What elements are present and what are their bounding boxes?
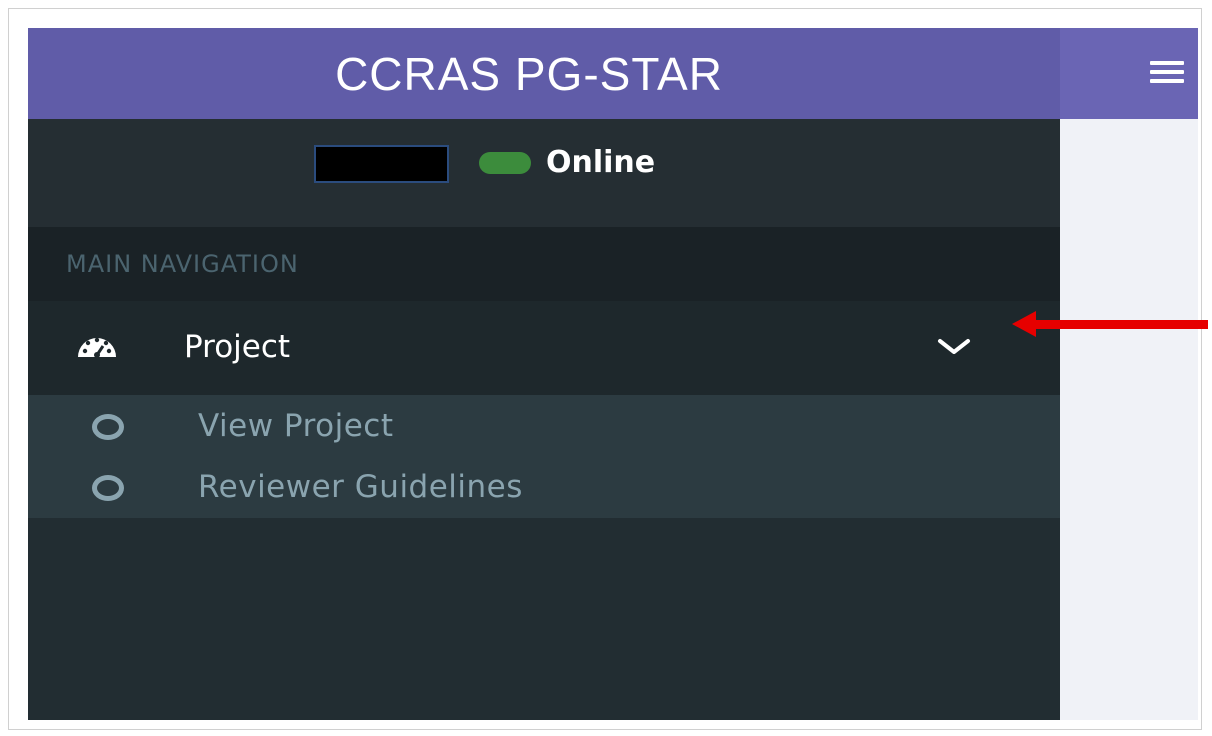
project-submenu: View Project Reviewer Guidelines — [28, 395, 1060, 518]
hamburger-icon-bar — [1150, 79, 1184, 83]
submenu-item-reviewer-guidelines[interactable]: Reviewer Guidelines — [28, 458, 1060, 518]
chevron-down-icon[interactable] — [934, 334, 974, 358]
section-header-text: MAIN NAVIGATION — [66, 250, 299, 278]
submenu-item-label: View Project — [198, 408, 394, 444]
submenu-item-label: Reviewer Guidelines — [198, 469, 523, 505]
content-area — [1060, 119, 1198, 720]
online-status-icon — [479, 152, 531, 174]
circle-icon — [92, 475, 124, 501]
left-arrow-icon — [1012, 311, 1208, 337]
status-text: Online — [546, 145, 656, 180]
hamburger-icon — [1150, 61, 1184, 65]
logo-bar[interactable]: CCRAS PG-STAR — [28, 28, 1060, 119]
logo-text: CCRAS PG-STAR — [335, 47, 723, 100]
redacted-user-name — [314, 145, 449, 183]
sidebar-item-project[interactable]: Project — [28, 301, 1060, 395]
sidebar: Online MAIN NAVIGATION Project View Proj… — [28, 119, 1060, 720]
app-window: CCRAS PG-STAR Online MAIN NAVIGATION Pro… — [28, 28, 1198, 720]
sidebar-item-label: Project — [184, 329, 291, 365]
sidebar-section-header: MAIN NAVIGATION — [28, 227, 1060, 301]
hamburger-icon-bar — [1150, 70, 1184, 74]
submenu-item-view-project[interactable]: View Project — [28, 397, 1060, 457]
sidebar-toggle-button[interactable] — [1150, 52, 1194, 92]
user-panel: Online — [28, 119, 1060, 227]
top-navbar — [1060, 28, 1198, 119]
circle-icon — [92, 414, 124, 440]
dashboard-icon — [78, 337, 116, 358]
